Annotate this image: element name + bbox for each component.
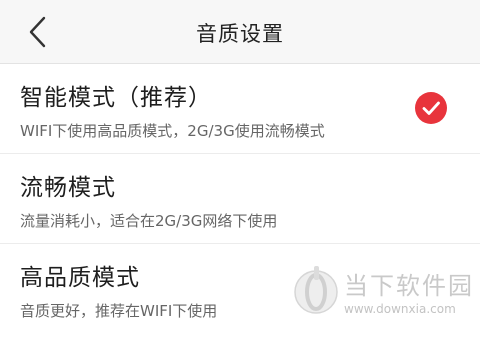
option-smooth-mode[interactable]: 流畅模式 流量消耗小，适合在2G/3G网络下使用 <box>0 154 480 244</box>
selected-check-icon <box>415 92 447 124</box>
option-description: WIFI下使用高品质模式，2G/3G使用流畅模式 <box>20 122 325 140</box>
option-smart-mode[interactable]: 智能模式（推荐） WIFI下使用高品质模式，2G/3G使用流畅模式 <box>0 64 480 154</box>
option-title: 流畅模式 <box>20 175 116 201</box>
quality-options-list: 智能模式（推荐） WIFI下使用高品质模式，2G/3G使用流畅模式 流畅模式 流… <box>0 64 480 338</box>
option-description: 音质更好，推荐在WIFI下使用 <box>20 302 218 320</box>
option-title: 智能模式（推荐） <box>20 85 212 111</box>
option-title: 高品质模式 <box>20 265 140 291</box>
option-high-quality-mode[interactable]: 高品质模式 音质更好，推荐在WIFI下使用 <box>0 244 480 338</box>
option-description: 流量消耗小，适合在2G/3G网络下使用 <box>20 212 278 230</box>
page-title: 音质设置 <box>196 22 284 46</box>
header-bar: 音质设置 <box>0 0 480 64</box>
